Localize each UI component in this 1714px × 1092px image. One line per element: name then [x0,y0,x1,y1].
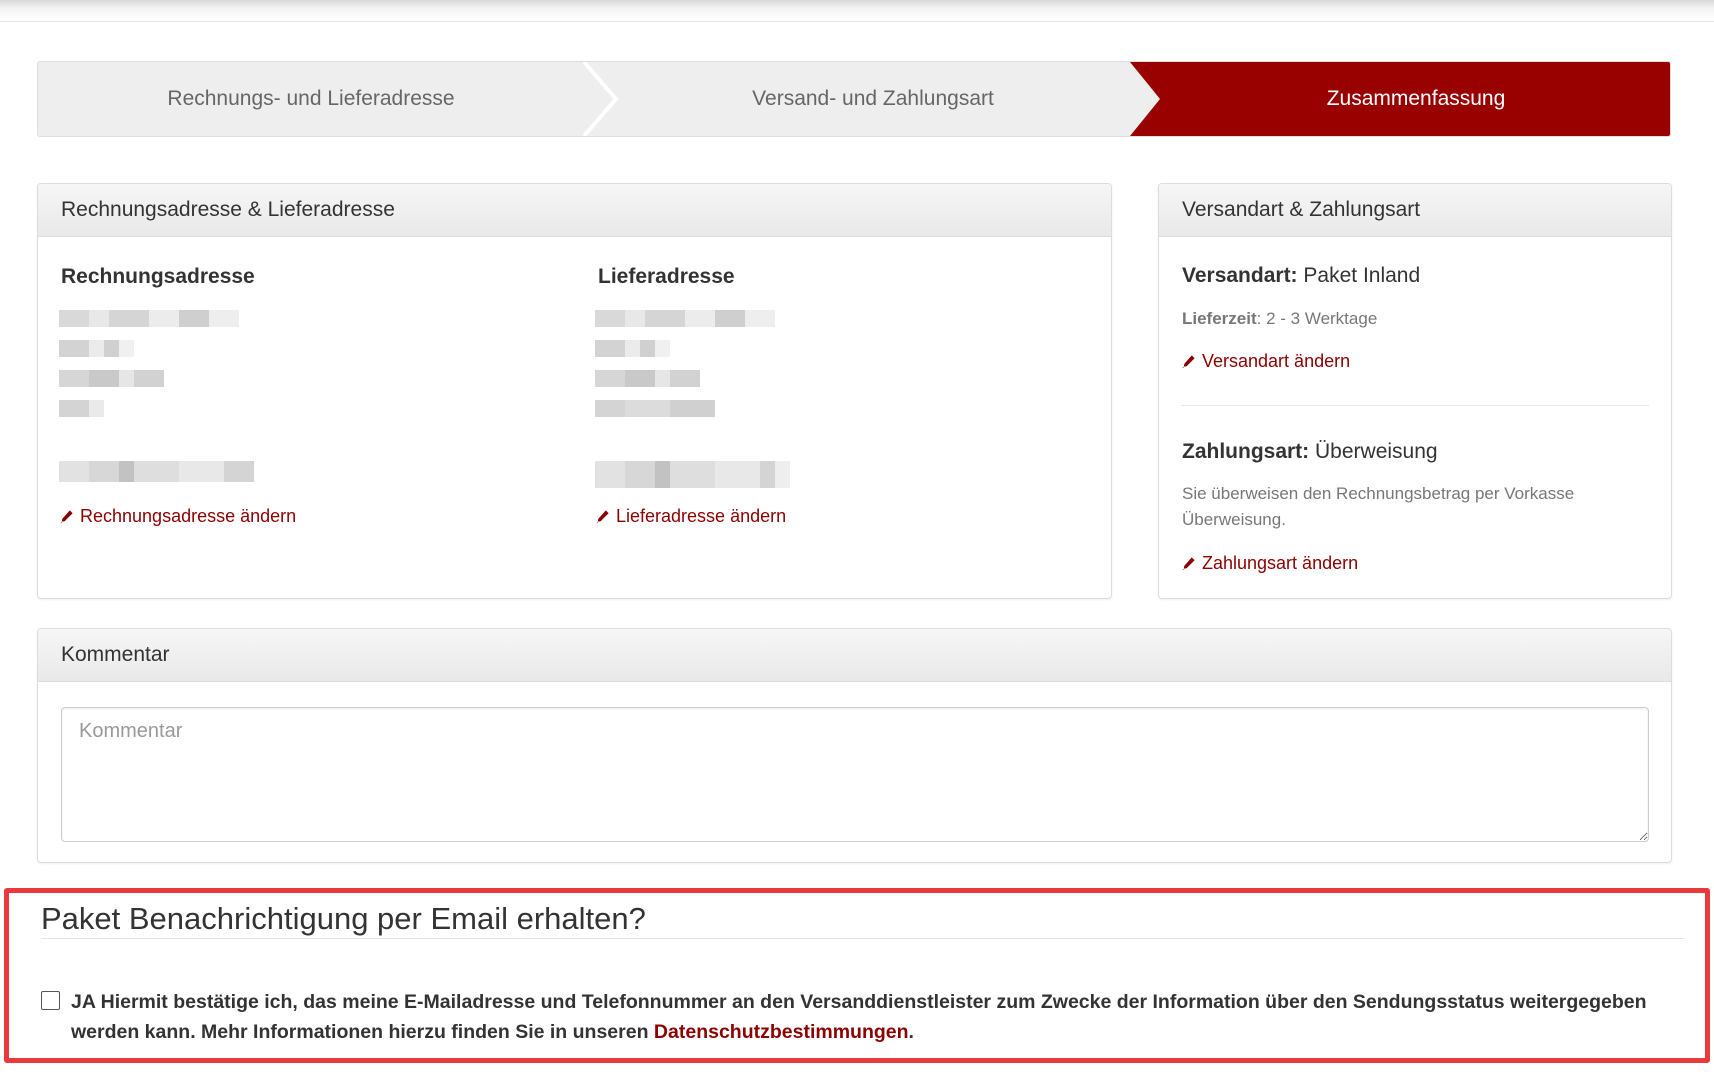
edit-shipping-method-link[interactable]: Versandart ändern [1181,351,1350,372]
section-divider [1181,405,1649,406]
payment-method-line: Zahlungsart: Überweisung [1182,440,1438,464]
shipping-method-label: Versandart: [1182,264,1298,287]
step-billing-shipping-address[interactable]: Rechnungs- und Lieferadresse [38,62,584,136]
address-panel: Rechnungsadresse & Lieferadresse Rechnun… [37,183,1112,599]
payment-method-value: Überweisung [1315,440,1438,463]
comment-panel: Kommentar [37,628,1672,863]
notification-consent-text: JA Hiermit bestätige ich, das meine E-Ma… [71,987,1671,1047]
edit-shipping-address-link[interactable]: Lieferadresse ändern [595,506,786,527]
delivery-time-value: : 2 - 3 Werktage [1256,309,1378,328]
email-notification-section: Paket Benachrichtigung per Email erhalte… [4,888,1710,1063]
pencil-icon [1182,557,1195,571]
pencil-icon [1182,355,1195,369]
step-shipping-payment[interactable]: Versand- und Zahlungsart [616,62,1130,136]
delivery-time-label: Lieferzeit [1182,309,1257,328]
shipping-payment-panel-heading: Versandart & Zahlungsart [1159,184,1671,237]
shipping-address-title: Lieferadresse [598,265,735,288]
privacy-policy-link[interactable]: Datenschutzbestimmungen [654,1021,909,1043]
consent-text-end: . [908,1021,914,1043]
edit-shipping-address-label: Lieferadresse ändern [616,506,787,526]
notification-title: Paket Benachrichtigung per Email erhalte… [41,901,646,936]
notification-consent-checkbox[interactable] [41,991,60,1010]
address-panel-heading: Rechnungsadresse & Lieferadresse [38,184,1111,237]
billing-address-title: Rechnungsadresse [61,265,255,288]
delivery-time-line: Lieferzeit: 2 - 3 Werktage [1182,309,1377,329]
checkout-stepper: Rechnungs- und Lieferadresse Versand- un… [37,61,1671,137]
payment-method-label: Zahlungsart: [1182,440,1310,463]
shipping-method-value: Paket Inland [1303,264,1421,287]
comment-textarea[interactable] [61,707,1649,842]
pencil-icon [60,510,73,524]
edit-billing-address-link[interactable]: Rechnungsadresse ändern [59,506,296,527]
pencil-icon [596,510,609,524]
step-summary[interactable]: Zusammenfassung [1160,62,1670,136]
edit-payment-method-link[interactable]: Zahlungsart ändern [1181,553,1358,574]
edit-billing-address-label: Rechnungsadresse ändern [80,506,297,526]
notification-divider [41,938,1684,939]
payment-description: Sie überweisen den Rechnungsbetrag per V… [1182,484,1575,529]
shipping-payment-panel: Versandart & Zahlungsart Versandart: Pak… [1158,183,1672,599]
edit-payment-method-label: Zahlungsart ändern [1202,553,1359,573]
edit-shipping-method-label: Versandart ändern [1202,351,1351,371]
shipping-method-line: Versandart: Paket Inland [1182,264,1420,288]
top-shadow-bar [0,0,1714,22]
comment-panel-heading: Kommentar [38,629,1671,682]
